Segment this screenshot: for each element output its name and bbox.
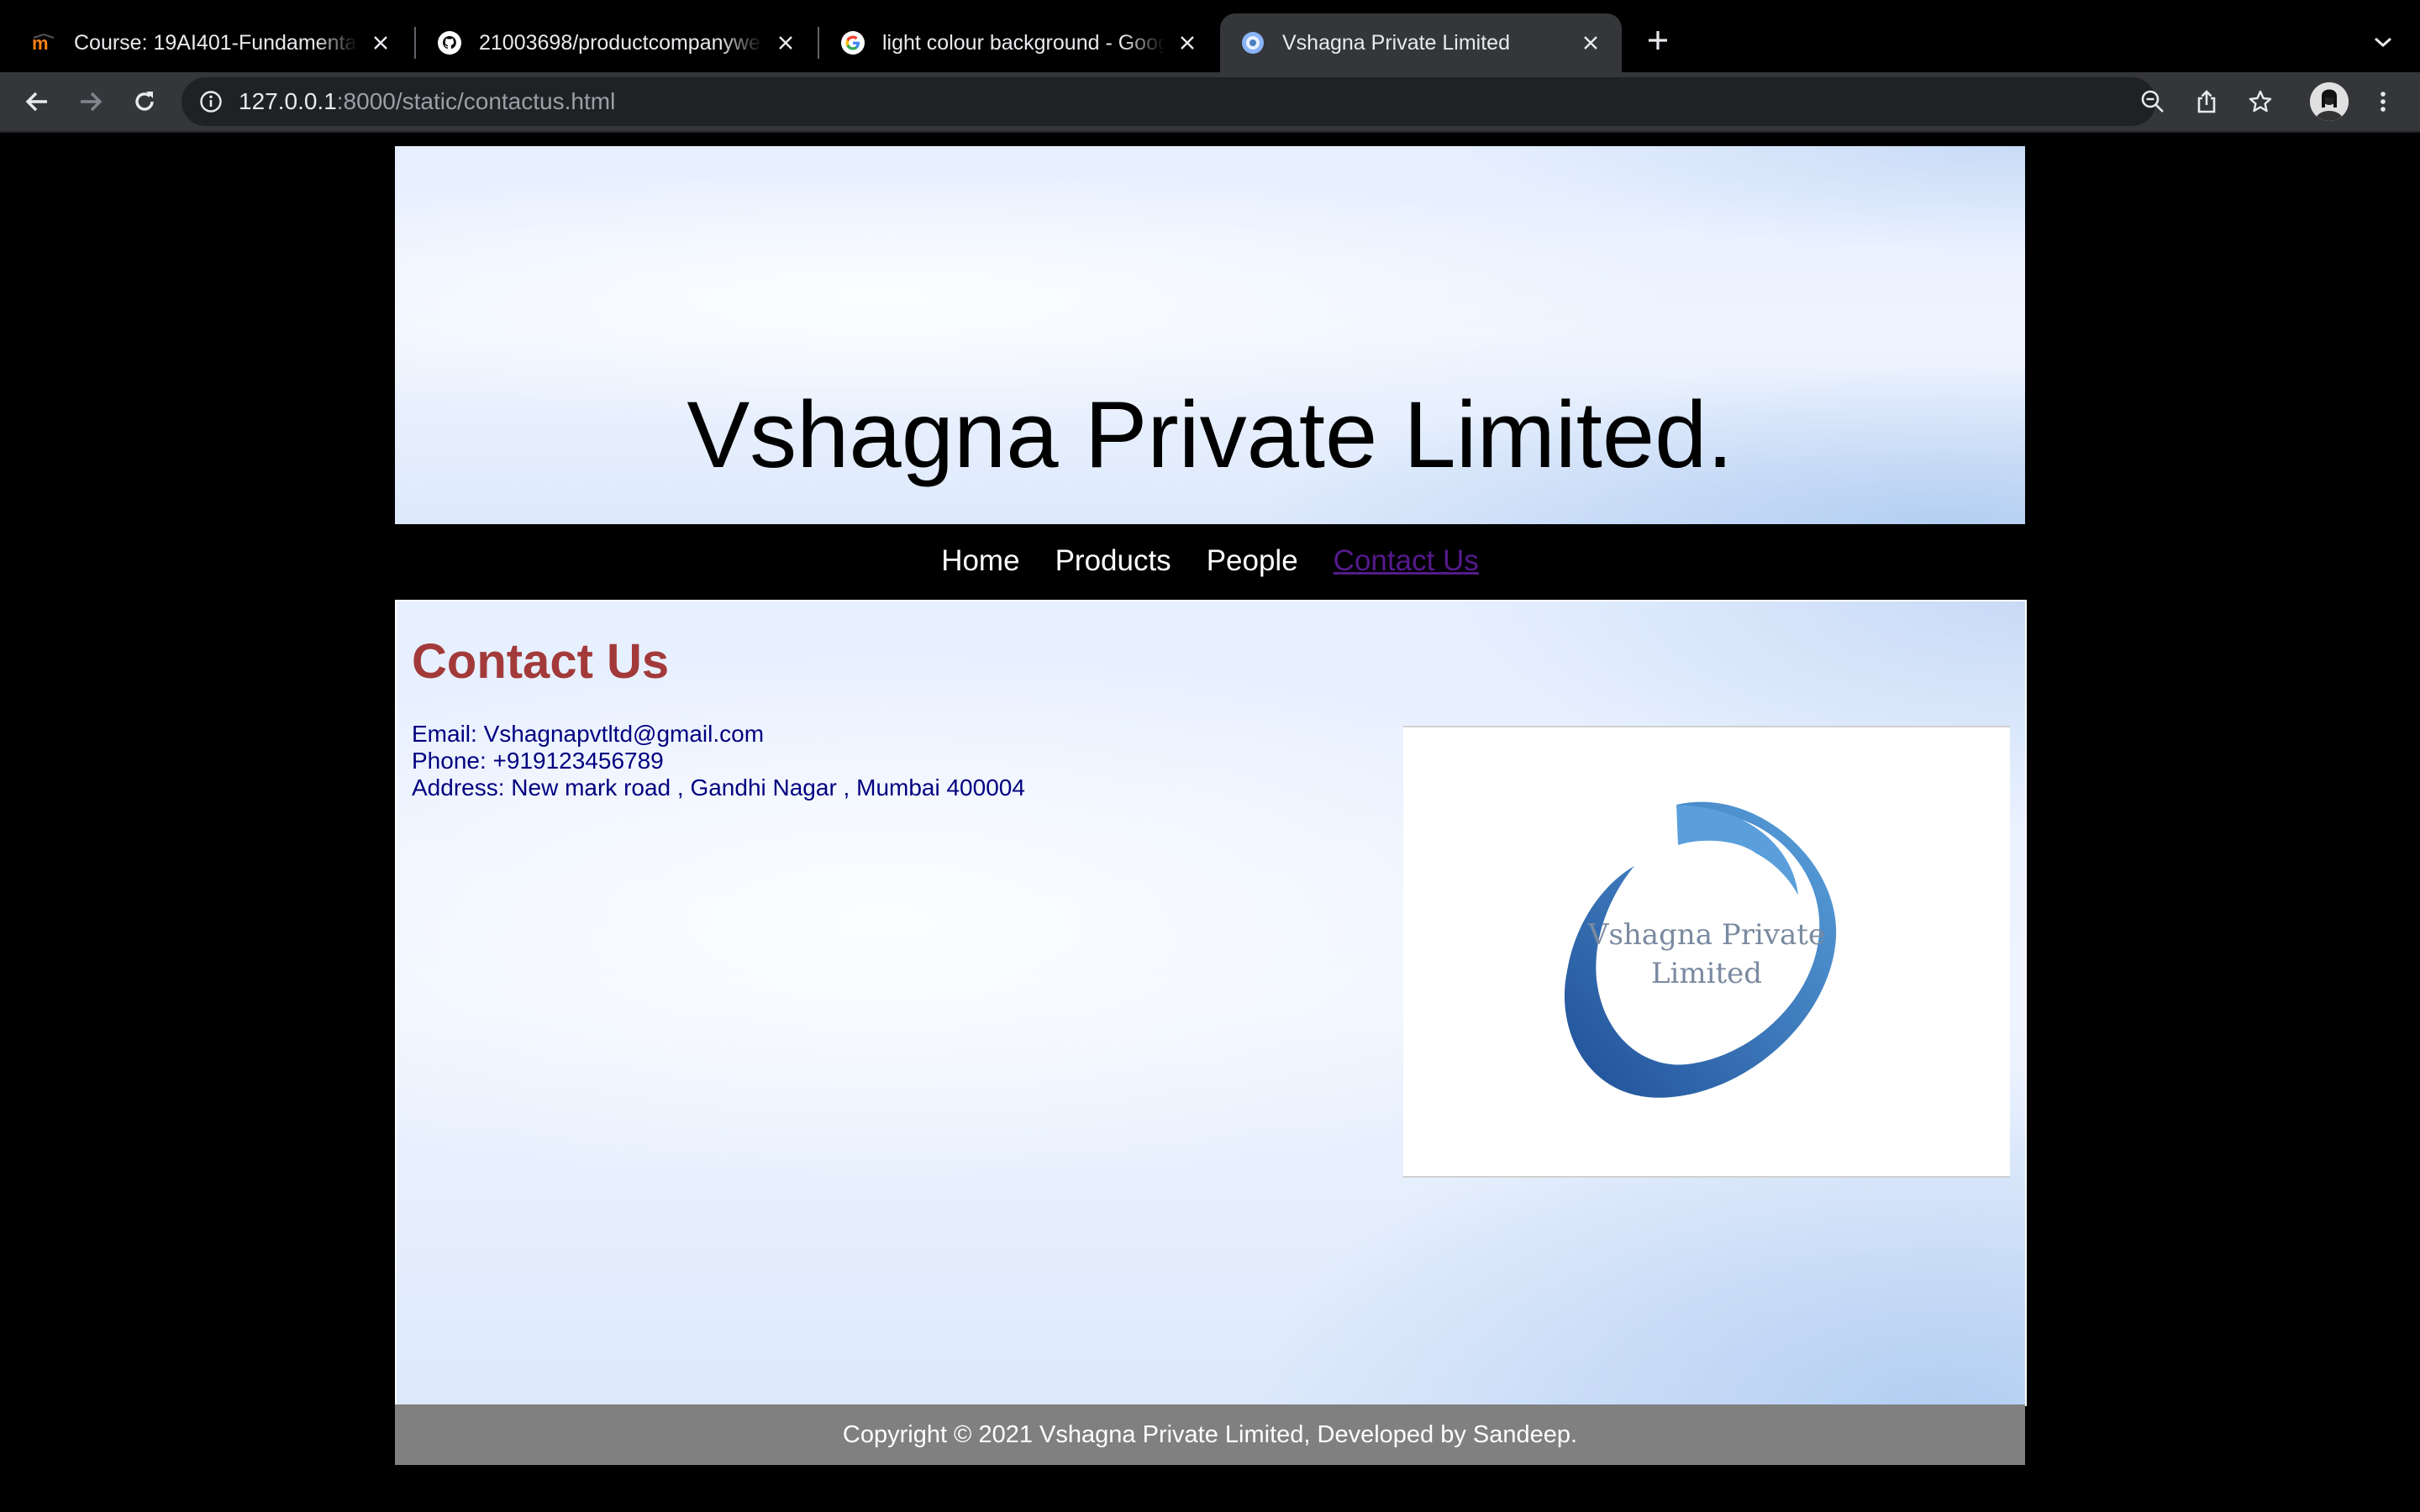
nav-home-link[interactable]: Home: [923, 544, 1037, 578]
star-icon: [2249, 90, 2272, 113]
main-nav: Home Products People Contact Us: [395, 531, 2025, 591]
zoom-out-icon: [2141, 90, 2164, 113]
profile-avatar[interactable]: [2310, 82, 2349, 121]
close-tab-icon[interactable]: [775, 32, 797, 54]
bookmark-button[interactable]: [2242, 83, 2279, 120]
plus-icon: [1649, 31, 1667, 50]
more-vert-icon: [2381, 92, 2386, 112]
tab-title: 21003698/productcompanywebsite: [479, 30, 763, 55]
new-tab-button[interactable]: [1640, 23, 1676, 58]
contact-email: Email: Vshagnapvtltd@gmail.com: [412, 721, 765, 747]
close-tab-icon[interactable]: [1580, 32, 1602, 54]
chevron-down-icon: [2375, 37, 2391, 48]
tab-vshagna-active[interactable]: Vshagna Private Limited: [1220, 13, 1622, 72]
page-footer: Copyright © 2021 Vshagna Private Limited…: [395, 1404, 2025, 1465]
site-info-icon[interactable]: [198, 89, 224, 114]
tab-strip: m Course: 19AI401-Fundamentals of Web Ap…: [0, 0, 2420, 72]
contact-section: Contact Us Email: Vshagnapvtltd@gmail.co…: [395, 600, 2027, 1406]
tab-course[interactable]: m Course: 19AI401-Fundamentals of Web Ap…: [12, 13, 412, 72]
company-logo: Vshagna Private Limited: [1403, 726, 2010, 1178]
share-icon: [2197, 90, 2216, 113]
back-button[interactable]: [18, 83, 55, 120]
nav-contact-us-link[interactable]: Contact Us: [1316, 544, 1497, 578]
google-favicon-icon: [840, 30, 865, 55]
page-heading: Contact Us: [412, 634, 670, 689]
reload-button[interactable]: [126, 83, 163, 120]
nav-products-link[interactable]: Products: [1038, 544, 1189, 578]
close-tab-icon[interactable]: [370, 32, 392, 54]
arrow-left-icon: [25, 92, 47, 112]
tab-title: Vshagna Private Limited: [1282, 30, 1510, 55]
tab-title: light colour background - Google Search: [882, 30, 1165, 55]
browser-menu-button[interactable]: [2365, 83, 2402, 120]
tab-title: Course: 19AI401-Fundamentals of Web Appl…: [74, 30, 358, 55]
arrow-right-icon: [81, 92, 103, 112]
forward-button[interactable]: [72, 83, 109, 120]
tab-google-search[interactable]: light colour background - Google Search: [820, 13, 1218, 72]
address-bar[interactable]: 127.0.0.1:8000/static/contactus.html: [182, 77, 2156, 126]
url-path: :8000/static/contactus.html: [336, 88, 616, 114]
moodle-favicon-icon: m: [32, 30, 57, 55]
header-banner: Vshagna Private Limited.: [395, 146, 2025, 524]
logo-text-line1: Vshagna Private: [1587, 918, 1825, 952]
zoom-button[interactable]: [2134, 83, 2171, 120]
reload-icon: [135, 92, 154, 111]
contact-phone: Phone: +919123456789: [412, 748, 664, 774]
share-button[interactable]: [2188, 83, 2225, 120]
site-title: Vshagna Private Limited.: [687, 382, 1733, 487]
company-logo-image: Vshagna Private Limited: [1564, 801, 1837, 1098]
contact-address: Address: New mark road , Gandhi Nagar , …: [412, 774, 1025, 801]
url-text: 127.0.0.1:8000/static/contactus.html: [239, 88, 615, 115]
tab-github[interactable]: 21003698/productcompanywebsite: [417, 13, 817, 72]
url-host: 127.0.0.1: [239, 88, 337, 114]
tab-search-button[interactable]: [2366, 25, 2400, 59]
github-favicon-icon: [437, 30, 462, 55]
tab-separator: [414, 27, 416, 59]
tab-separator: [818, 27, 819, 59]
logo-text-line2: Limited: [1651, 957, 1762, 990]
site-favicon-icon: [1240, 30, 1265, 55]
contact-details: Email: Vshagnapvtltd@gmail.com Phone: +9…: [412, 721, 1025, 801]
profile-avatar-icon: [2310, 82, 2349, 121]
nav-people-link[interactable]: People: [1189, 544, 1316, 578]
close-tab-icon[interactable]: [1176, 32, 1198, 54]
web-page: Vshagna Private Limited. Home Products Peo…: [0, 133, 2420, 1512]
